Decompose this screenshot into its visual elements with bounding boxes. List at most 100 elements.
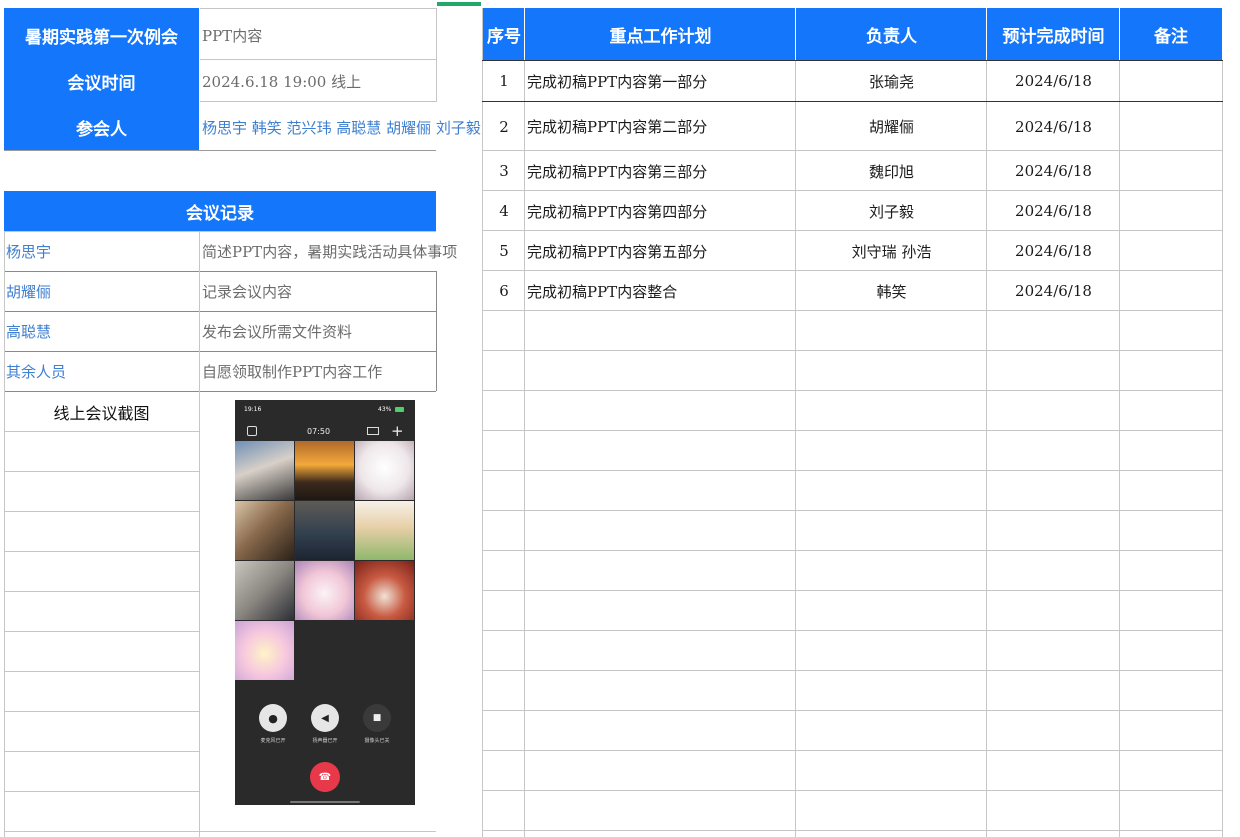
participant-tile[interactable] bbox=[355, 561, 414, 620]
camera-off-icon: ■ bbox=[372, 713, 382, 723]
gridline bbox=[482, 8, 483, 837]
row-due[interactable]: 2024/6/18 bbox=[987, 232, 1120, 270]
participant-tile[interactable] bbox=[235, 501, 294, 560]
gridline bbox=[4, 351, 436, 352]
gridline bbox=[482, 310, 1223, 311]
row-plan[interactable]: 完成初稿PPT内容第三部分 bbox=[527, 152, 795, 190]
row-due[interactable]: 2024/6/18 bbox=[987, 192, 1120, 230]
minimize-icon[interactable] bbox=[247, 426, 257, 436]
col-header-owner[interactable]: 负责人 bbox=[796, 8, 987, 60]
camera-button[interactable]: ■ bbox=[363, 704, 391, 732]
record-name[interactable]: 胡耀俪 bbox=[4, 272, 199, 311]
participant-tile[interactable] bbox=[355, 441, 414, 500]
record-task[interactable]: 简述PPT内容，暑期实践活动具体事项 bbox=[200, 232, 482, 271]
meeting-time-label[interactable]: 会议时间 bbox=[4, 60, 199, 102]
speaker-icon: ◀ bbox=[321, 712, 329, 724]
row-plan[interactable]: 完成初稿PPT内容第一部分 bbox=[527, 61, 795, 101]
selected-column-indicator bbox=[437, 2, 481, 6]
record-header[interactable]: 会议记录 bbox=[4, 191, 436, 231]
participant-tile[interactable] bbox=[295, 441, 354, 500]
status-time: 19:16 bbox=[244, 406, 262, 413]
row-plan[interactable]: 完成初稿PPT内容第四部分 bbox=[527, 192, 795, 230]
row-plan[interactable]: 完成初稿PPT内容第五部分 bbox=[527, 232, 795, 270]
participant-tile[interactable] bbox=[235, 621, 294, 680]
home-indicator bbox=[290, 801, 360, 803]
row-due[interactable]: 2024/6/18 bbox=[987, 61, 1120, 101]
row-owner[interactable]: 韩笑 bbox=[796, 272, 987, 310]
row-owner[interactable]: 刘子毅 bbox=[796, 192, 987, 230]
record-task[interactable]: 自愿领取制作PPT内容工作 bbox=[200, 352, 436, 391]
gridline bbox=[4, 831, 436, 832]
row-owner[interactable]: 魏印旭 bbox=[796, 152, 987, 190]
meeting-time-value[interactable]: 2024.6.18 19:00 线上 bbox=[200, 60, 436, 102]
speaker-button[interactable]: ◀ bbox=[311, 704, 339, 732]
gridline bbox=[482, 430, 1223, 431]
row-owner[interactable]: 张瑜尧 bbox=[796, 61, 987, 101]
meeting-title-value[interactable]: PPT内容 bbox=[200, 12, 436, 58]
row-owner[interactable]: 胡耀俪 bbox=[796, 103, 987, 150]
row-plan[interactable]: 完成初稿PPT内容整合 bbox=[527, 272, 795, 310]
participant-tile[interactable] bbox=[235, 441, 294, 500]
record-name[interactable]: 杨思宇 bbox=[4, 232, 199, 271]
record-task[interactable]: 发布会议所需文件资料 bbox=[200, 312, 436, 351]
row-index[interactable]: 1 bbox=[483, 61, 525, 101]
row-index[interactable]: 6 bbox=[483, 272, 525, 310]
record-name[interactable]: 其余人员 bbox=[4, 352, 199, 391]
screenshot-label[interactable]: 线上会议截图 bbox=[4, 392, 199, 431]
hang-up-button[interactable]: ☎ bbox=[310, 762, 340, 792]
participant-tile[interactable] bbox=[295, 501, 354, 560]
gridline bbox=[795, 60, 796, 837]
row-index[interactable]: 2 bbox=[483, 103, 525, 150]
gridline bbox=[4, 431, 199, 432]
gridline bbox=[4, 511, 199, 512]
gridline bbox=[482, 190, 1223, 191]
gridline bbox=[199, 231, 200, 837]
row-index[interactable]: 4 bbox=[483, 192, 525, 230]
row-index[interactable]: 3 bbox=[483, 152, 525, 190]
col-header-plan[interactable]: 重点工作计划 bbox=[525, 8, 796, 60]
col-header-due[interactable]: 预计完成时间 bbox=[987, 8, 1120, 60]
screen-share-icon[interactable] bbox=[367, 427, 379, 435]
gridline bbox=[482, 270, 1223, 271]
row-plan[interactable]: 完成初稿PPT内容第二部分 bbox=[527, 103, 795, 150]
hang-up-icon: ☎ bbox=[318, 771, 332, 783]
gridline bbox=[1222, 60, 1223, 837]
gridline bbox=[524, 60, 525, 837]
gridline bbox=[1119, 60, 1120, 837]
participant-tile[interactable] bbox=[295, 561, 354, 620]
attendees-label[interactable]: 参会人 bbox=[4, 104, 199, 150]
row-index[interactable]: 5 bbox=[483, 232, 525, 270]
gridline bbox=[4, 271, 436, 272]
gridline bbox=[986, 60, 987, 837]
meeting-title-label[interactable]: 暑期实践第一次例会 bbox=[4, 12, 199, 58]
gridline bbox=[200, 59, 436, 60]
row-due[interactable]: 2024/6/18 bbox=[987, 152, 1120, 190]
call-duration: 07:50 bbox=[307, 427, 331, 436]
gridline bbox=[4, 791, 199, 792]
record-name[interactable]: 高聪慧 bbox=[4, 312, 199, 351]
gridline bbox=[482, 470, 1223, 471]
gridline bbox=[200, 8, 436, 9]
microphone-button[interactable]: ● bbox=[259, 704, 287, 732]
gridline bbox=[436, 8, 437, 102]
gridline bbox=[4, 591, 199, 592]
battery-level: 43% bbox=[378, 406, 392, 413]
meeting-screenshot[interactable]: 19:16 43% 07:50 + ● ◀ ■ 麦克风已开 扬声器已开 摄像头已… bbox=[235, 400, 415, 805]
gridline bbox=[4, 751, 199, 752]
participant-tile[interactable] bbox=[355, 501, 414, 560]
attendees-value[interactable]: 杨思宇 韩笑 范兴玮 高聪慧 胡耀俪 刘子毅 bbox=[200, 104, 482, 150]
gridline bbox=[4, 551, 199, 552]
participant-tile[interactable] bbox=[235, 561, 294, 620]
add-participant-icon[interactable]: + bbox=[391, 422, 404, 440]
row-due[interactable]: 2024/6/18 bbox=[987, 272, 1120, 310]
record-task[interactable]: 记录会议内容 bbox=[200, 272, 436, 311]
col-header-notes[interactable]: 备注 bbox=[1120, 8, 1222, 60]
gridline bbox=[482, 390, 1223, 391]
gridline bbox=[482, 710, 1223, 711]
row-due[interactable]: 2024/6/18 bbox=[987, 103, 1120, 150]
col-header-index[interactable]: 序号 bbox=[483, 8, 525, 60]
gridline bbox=[482, 101, 1223, 102]
row-owner[interactable]: 刘守瑞 孙浩 bbox=[796, 232, 987, 270]
gridline bbox=[482, 630, 1223, 631]
gridline bbox=[482, 510, 1223, 511]
